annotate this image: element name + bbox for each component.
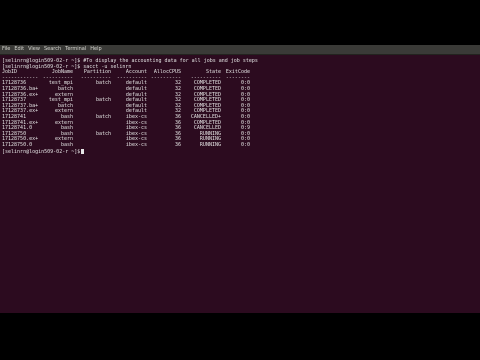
cell-exit: 0:0 xyxy=(240,141,250,148)
terminal-output[interactable]: [selinrn@login509-02-r ~]$ #To display t… xyxy=(0,55,480,154)
menu-bar: File Edit View Search Terminal Help xyxy=(0,45,480,55)
menu-file[interactable]: File xyxy=(2,45,10,54)
video-frame: File Edit View Search Terminal Help [selinrn@… xyxy=(0,0,480,360)
terminal-window: File Edit View Search Terminal Help [selinrn@… xyxy=(0,45,480,313)
cell-state: RUNNING xyxy=(199,141,221,148)
menu-help[interactable]: Help xyxy=(90,45,101,54)
prompt-line: [selinrn@login509-02-r ~]$ xyxy=(2,148,478,154)
cell-jobid: 17128750.0 xyxy=(2,141,33,148)
cell-part xyxy=(73,143,111,149)
menu-search[interactable]: Search xyxy=(44,45,61,54)
cell-jobname: bash xyxy=(60,141,73,148)
cell-cpus: 36 xyxy=(174,141,181,148)
menu-view[interactable]: View xyxy=(28,45,40,54)
text-cursor xyxy=(81,148,85,154)
menu-edit[interactable]: Edit xyxy=(14,45,24,54)
cell-acct: ibex-cs xyxy=(125,141,147,148)
menu-terminal[interactable]: Terminal xyxy=(65,45,86,54)
